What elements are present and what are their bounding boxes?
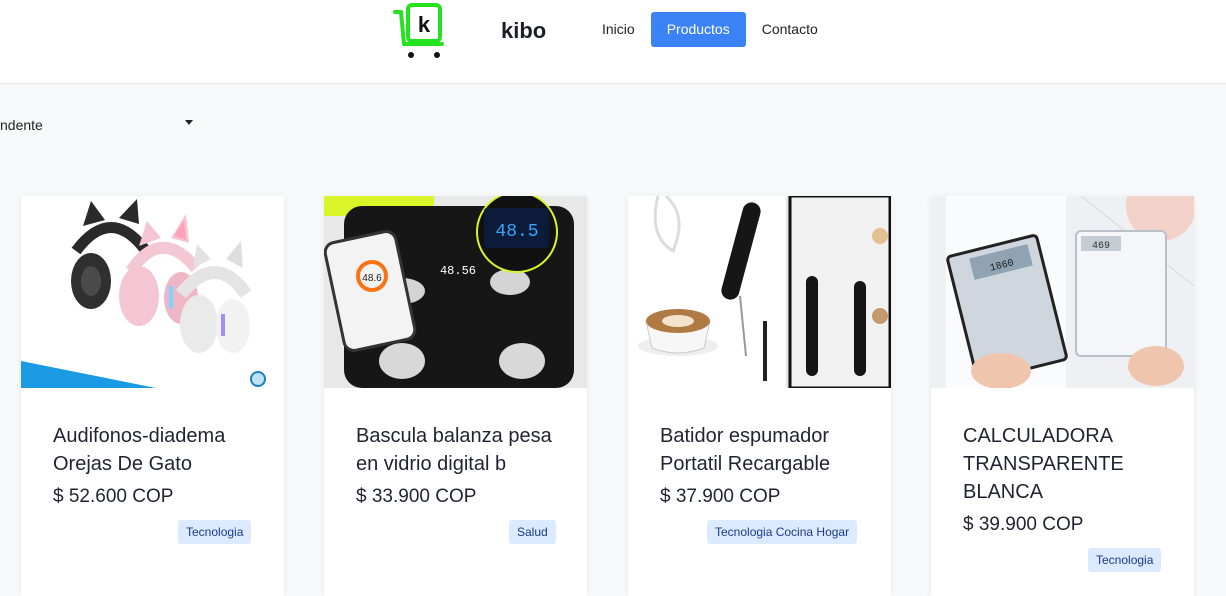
product-image-frother[interactable] — [628, 196, 891, 388]
product-price: $ 33.900 COP — [356, 486, 477, 507]
nav-inicio[interactable]: Inicio — [590, 12, 647, 47]
sort-select[interactable]: ndente — [0, 108, 200, 142]
product-image-calculator[interactable]: 1860 469 — [931, 196, 1194, 388]
product-card[interactable]: Audifonos-diadema Orejas De Gato $ 52.60… — [21, 196, 284, 596]
nav-contacto[interactable]: Contacto — [750, 12, 830, 47]
nav-productos[interactable]: Productos — [650, 12, 746, 47]
product-price: $ 37.900 COP — [660, 486, 781, 507]
category-badge: Salud — [509, 520, 556, 544]
brand-name[interactable]: kibo — [501, 18, 546, 44]
svg-text:k: k — [418, 12, 431, 37]
product-card[interactable]: 48.56 48.6 48.5 Bascula balanza pesa en … — [324, 196, 587, 596]
product-image-headphones[interactable] — [21, 196, 284, 388]
product-title[interactable]: Bascula balanza pesa en vidrio digital b — [356, 422, 561, 478]
svg-text:48.6: 48.6 — [362, 273, 382, 284]
category-badge: Tecnologia — [178, 520, 252, 544]
product-title[interactable]: Batidor espumador Portatil Recargable — [660, 422, 865, 478]
product-card[interactable]: 1860 469 CALCULADORA TRANSPARENTE BLANCA… — [931, 196, 1194, 596]
svg-text:48.56: 48.56 — [440, 264, 476, 278]
product-card[interactable]: Batidor espumador Portatil Recargable $ … — [628, 196, 891, 596]
sort-selected-value: ndente — [0, 117, 43, 133]
product-title[interactable]: Audifonos-diadema Orejas De Gato — [53, 422, 258, 478]
svg-text:469: 469 — [1092, 241, 1110, 252]
product-image-scale[interactable]: 48.56 48.6 48.5 — [324, 196, 587, 388]
chevron-down-icon — [185, 120, 193, 125]
kibo-logo-icon[interactable]: k — [392, 2, 450, 60]
main-nav: Inicio Productos Contacto — [590, 12, 830, 47]
product-title[interactable]: CALCULADORA TRANSPARENTE BLANCA — [963, 422, 1168, 506]
svg-text:48.5: 48.5 — [495, 222, 538, 242]
category-badge: Tecnologia — [1088, 548, 1162, 572]
product-price: $ 39.900 COP — [963, 514, 1084, 535]
product-price: $ 52.600 COP — [53, 486, 174, 507]
category-badge: Tecnologia Cocina Hogar — [707, 520, 858, 544]
top-header: k kibo Inicio Productos Contacto — [0, 0, 1226, 84]
